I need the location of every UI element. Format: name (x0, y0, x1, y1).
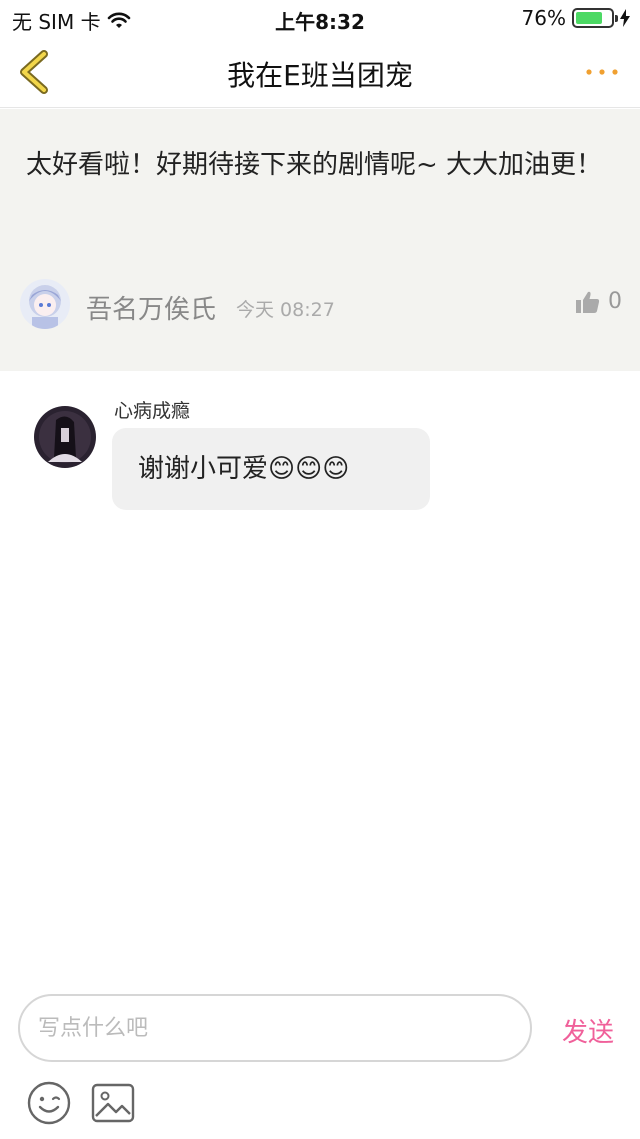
image-icon[interactable] (90, 1082, 136, 1124)
charging-icon (620, 9, 630, 27)
thumbs-up-icon (576, 291, 600, 313)
battery-percent: 76% (521, 6, 566, 30)
avatar-image (20, 279, 70, 329)
comment-input[interactable] (18, 994, 532, 1062)
reply-author[interactable]: 心病成瘾 (114, 396, 190, 423)
like-count: 0 (608, 289, 622, 314)
nav-bar: 我在E班当团宠 (0, 36, 640, 108)
like-button[interactable]: 0 (576, 289, 622, 314)
battery-fill (576, 12, 602, 24)
avatar[interactable] (20, 279, 70, 329)
reply-avatar[interactable] (34, 406, 96, 468)
comment-author[interactable]: 吾名万俟氏 (86, 289, 216, 326)
comment-text: 太好看啦！好期待接下来的剧情呢~ 大大加油更！ (26, 150, 603, 180)
emoji-icon[interactable] (26, 1080, 72, 1126)
composer-bar: 发送 (0, 994, 640, 1139)
original-comment: 太好看啦！好期待接下来的剧情呢~ 大大加油更！ 吾名万俟氏 今天 08:27 0 (0, 109, 640, 371)
battery-icon (572, 8, 618, 28)
send-button[interactable]: 发送 (562, 1012, 614, 1049)
status-bar: 无 SIM 卡 上午8:32 76% (0, 0, 640, 36)
page-title: 我在E班当团宠 (227, 59, 413, 92)
reply-bubble: 谢谢小可爱😊😊😊 (112, 428, 430, 510)
comment-time: 今天 08:27 (236, 299, 335, 321)
reply-avatar-image (34, 406, 96, 468)
more-icon[interactable] (584, 60, 620, 84)
battery-group: 76% (522, 6, 630, 30)
